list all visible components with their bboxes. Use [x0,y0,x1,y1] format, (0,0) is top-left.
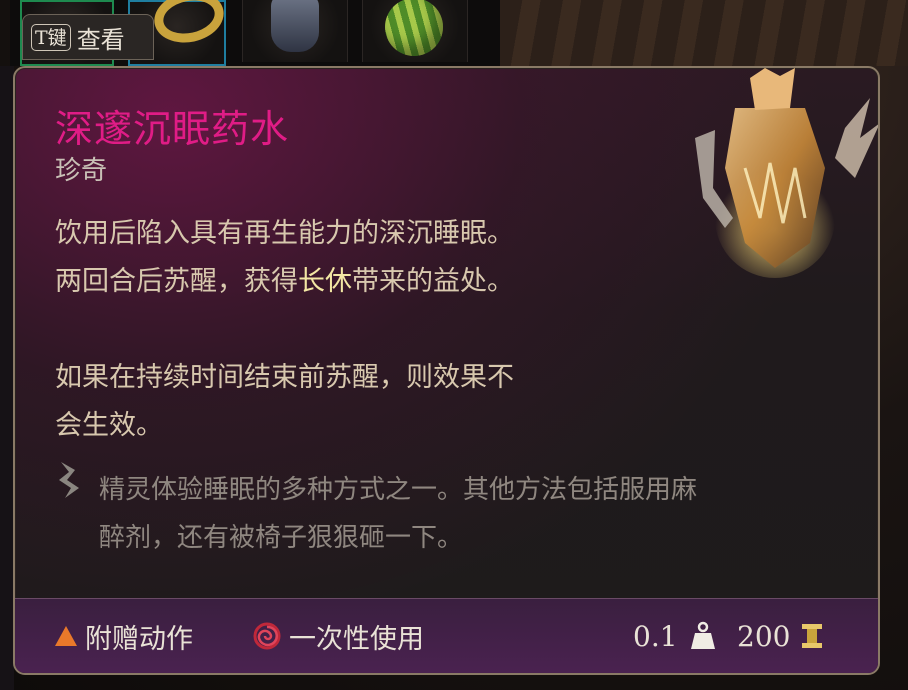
description-text: 两回合后苏醒，获得 [55,266,298,297]
background-edge [0,66,14,690]
description-text: 带来的益处。 [352,266,514,297]
description-line: 饮用后陷入具有再生能力的深沉睡眠。 [55,218,514,249]
description-line: 两回合后苏醒，获得长休带来的益处。 [55,258,615,306]
single-use-spiral-icon [253,622,281,650]
quill-icon [59,462,79,498]
tooltip-footer: 附赠动作 一次性使用 0.1 200 [15,598,878,673]
armor-item-icon [271,0,319,52]
usage-label: 一次性使用 [289,623,424,655]
background-wood [500,0,908,66]
action-type-label: 附赠动作 [85,623,193,655]
keybind-badge: T键 [31,23,71,51]
gold-coin-icon [802,624,823,648]
long-rest-keyword[interactable]: 长休 [298,266,352,297]
single-use-tag: 一次性使用 [253,599,424,673]
item-description: 饮用后陷入具有再生能力的深沉睡眠。 两回合后苏醒，获得长休带来的益处。 如果在持… [55,210,615,450]
weight-stat: 0.1 [633,599,716,673]
inspect-hint[interactable]: T键 查看 [22,14,154,60]
inventory-slot-armor[interactable] [242,0,348,62]
description-line: 如果在持续时间结束前苏醒，则效果不 [55,362,514,393]
bonus-action-tag: 附赠动作 [55,599,193,673]
weight-value: 0.1 [633,619,678,653]
inspect-label: 查看 [76,25,125,54]
gold-value: 200 [737,619,791,653]
item-name: 深邃沉眠药水 [55,107,290,151]
description-line: 会生效。 [55,410,163,441]
watermelon-item-icon [385,0,443,56]
flavor-line: 醉剂，还有被椅子狠狠砸一下。 [99,523,464,553]
weight-icon [690,621,715,649]
ring-item-icon [149,0,229,49]
flavor-text: 精灵体验睡眠的多种方式之一。其他方法包括服用麻 醉剂，还有被椅子狠狠砸一下。 [99,466,859,562]
flavor-line: 精灵体验睡眠的多种方式之一。其他方法包括服用麻 [99,475,698,505]
inventory-slot-watermelon[interactable] [362,0,468,62]
gold-value-stat: 200 [737,599,824,673]
item-tooltip: 深邃沉眠药水 珍奇 饮用后陷入具有再生能力的深沉睡眠。 两回合后苏醒，获得长休带… [13,66,880,675]
potion-image [695,68,878,278]
bonus-action-triangle-icon [55,626,77,646]
item-rarity: 珍奇 [55,156,108,186]
